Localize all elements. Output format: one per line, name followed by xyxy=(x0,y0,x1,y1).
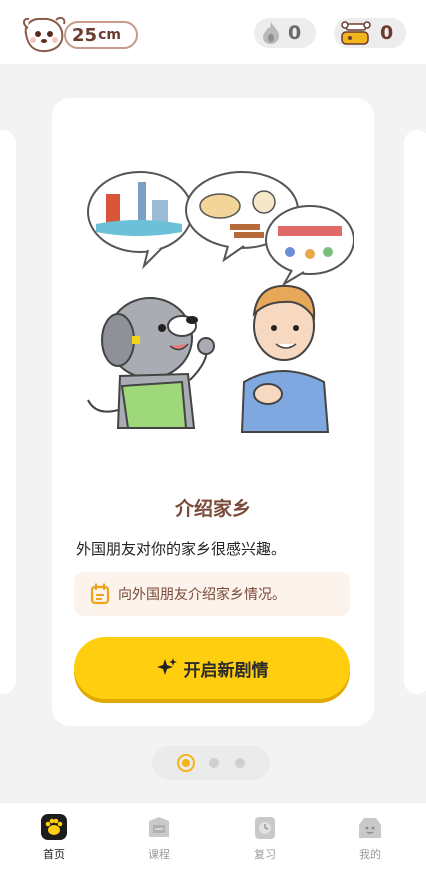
tab-courses[interactable]: 课程 xyxy=(129,813,189,869)
page-dot-active[interactable] xyxy=(177,754,195,772)
bone-bowl-icon xyxy=(341,21,371,45)
drops-counter[interactable]: 0 xyxy=(254,18,316,48)
page-dot[interactable] xyxy=(209,758,219,768)
tab-courses-label: 课程 xyxy=(148,848,170,861)
sparkle-icon xyxy=(156,658,177,675)
prev-card-peek[interactable] xyxy=(0,130,16,694)
tab-home[interactable]: 首页 xyxy=(24,813,84,869)
task-box: 向外国朋友介绍家乡情况。 xyxy=(74,572,350,616)
height-value: 25 xyxy=(72,24,98,46)
bones-counter[interactable]: 0 xyxy=(334,18,406,48)
task-text: 向外国朋友介绍家乡情况。 xyxy=(118,587,286,603)
drops-count: 0 xyxy=(288,22,302,44)
page-dot[interactable] xyxy=(235,758,245,768)
tab-review-label: 复习 xyxy=(254,848,276,861)
flame-drop-icon xyxy=(263,22,280,44)
course-book-icon xyxy=(149,817,169,837)
story-illustration xyxy=(87,171,354,433)
paw-home-icon xyxy=(41,814,67,840)
start-story-label: 开启新剧情 xyxy=(183,660,269,681)
height-unit: cm xyxy=(98,27,121,43)
card-title: 介绍家乡 xyxy=(174,498,251,520)
tab-profile-label: 我的 xyxy=(359,848,381,861)
tab-home-label: 首页 xyxy=(43,848,65,861)
top-bar: 25 cm 0 0 xyxy=(0,0,426,64)
bones-count: 0 xyxy=(380,22,394,44)
tab-profile[interactable]: 我的 xyxy=(340,813,400,869)
height-badge[interactable]: 25 cm xyxy=(20,14,138,53)
task-notepad-icon xyxy=(90,583,110,605)
next-card-peek[interactable] xyxy=(404,130,426,694)
review-clock-icon xyxy=(255,817,275,839)
story-card[interactable] xyxy=(52,98,374,726)
dog-mascot-icon xyxy=(23,16,66,53)
start-story-button[interactable]: 开启新剧情 xyxy=(74,637,350,699)
bottom-tab-bar: 首页 课程 复习 我的 xyxy=(0,802,426,876)
tab-review[interactable]: 复习 xyxy=(235,813,295,869)
page-indicator xyxy=(152,746,270,780)
profile-doghouse-icon xyxy=(359,818,381,838)
height-pill: 25 cm xyxy=(64,21,138,49)
card-description: 外国朋友对你的家乡很感兴趣。 xyxy=(76,540,287,558)
